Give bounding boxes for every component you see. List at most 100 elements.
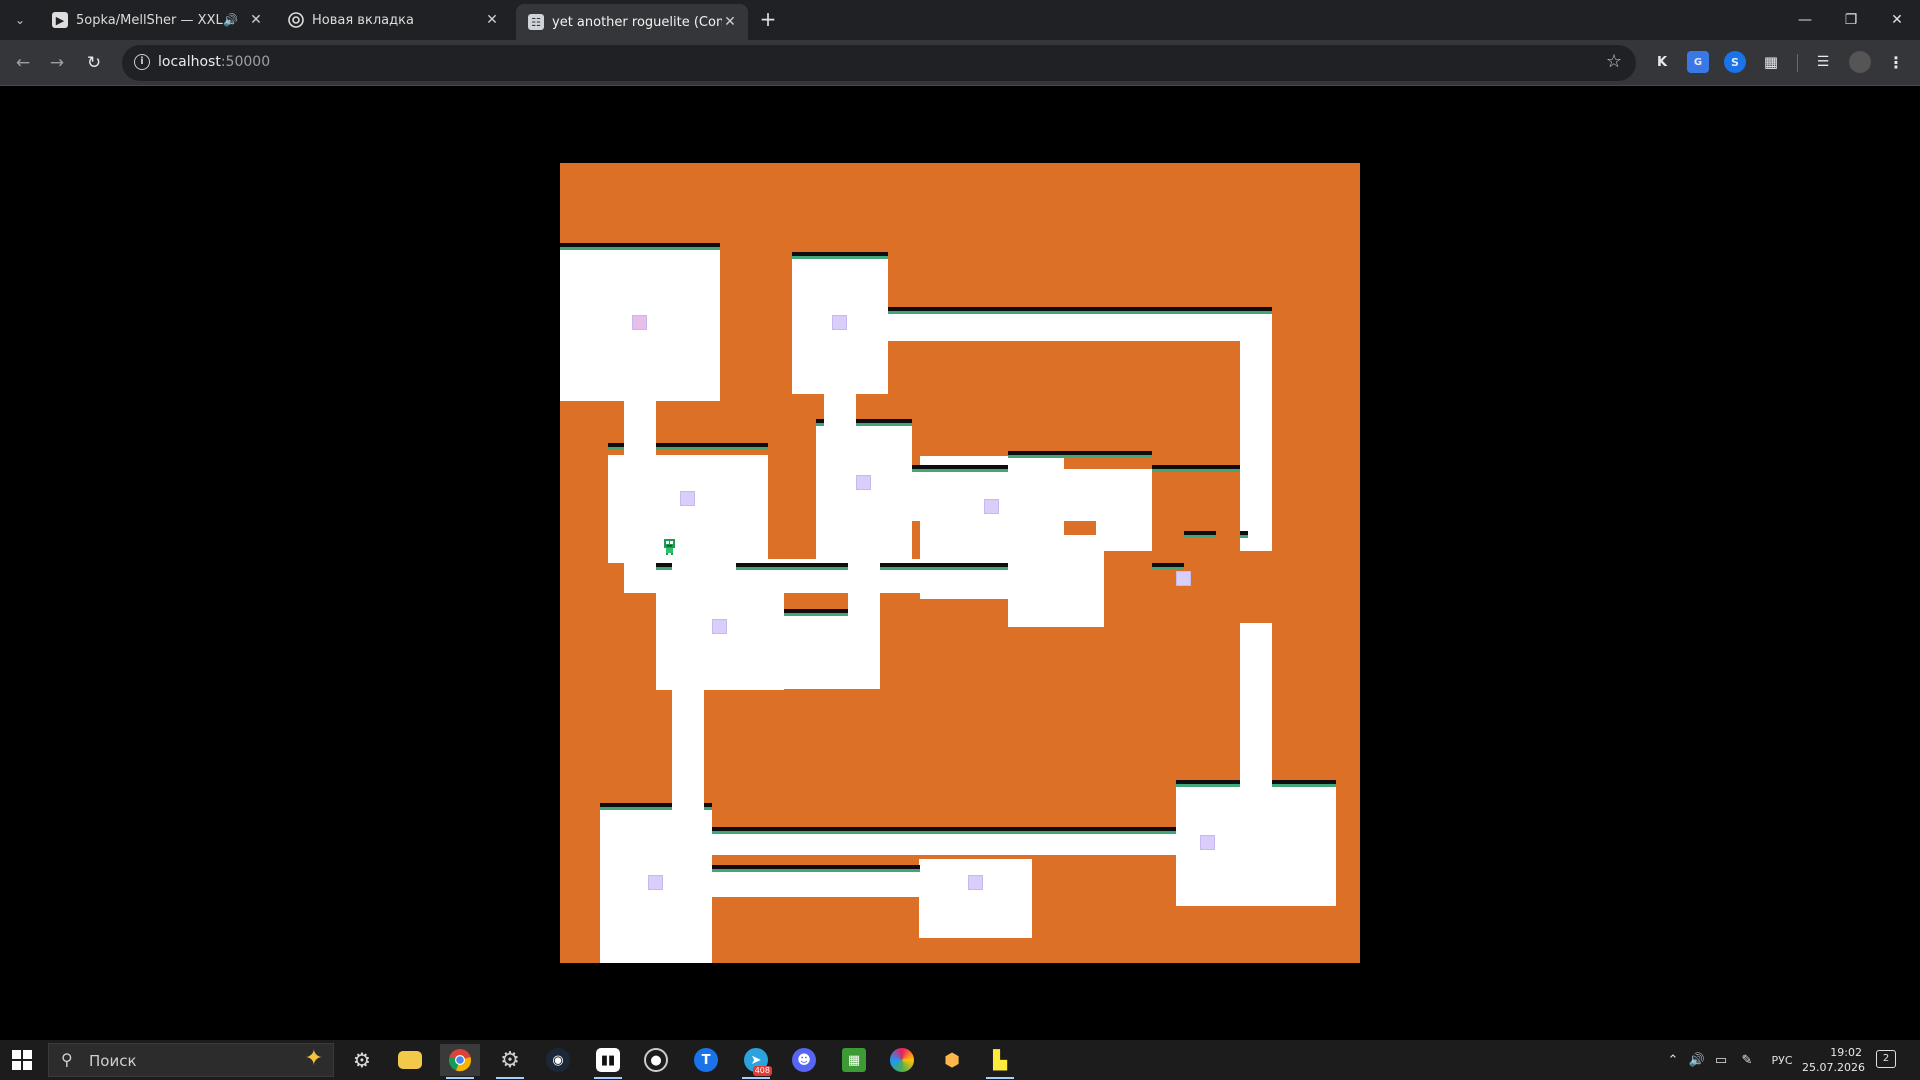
notification-center-button[interactable]: 2	[1876, 1050, 1896, 1068]
tab-search-chevron-icon[interactable]: ⌄	[8, 8, 32, 32]
taskbar-lock-app[interactable]: ▙	[980, 1044, 1020, 1079]
ledge	[912, 465, 1008, 472]
taskbar-obs[interactable]: ●	[636, 1044, 676, 1076]
avatar[interactable]	[1849, 51, 1871, 73]
tab-title: Новая вкладка	[312, 12, 414, 28]
taskbar-gear-app[interactable]: ⚙	[490, 1044, 530, 1079]
gear-icon: ⚙	[353, 1048, 371, 1072]
corridor	[784, 613, 880, 689]
corridor	[672, 689, 704, 813]
taskbar-steam[interactable]: ◉	[538, 1044, 578, 1076]
pen-icon[interactable]: ✎	[1736, 1040, 1758, 1080]
ledge	[1240, 531, 1248, 538]
puzzle-icon[interactable]: ▦	[1760, 51, 1782, 73]
search-placeholder: Поиск	[89, 1052, 137, 1070]
ledge	[816, 419, 824, 426]
language-indicator[interactable]: РУС	[1764, 1040, 1800, 1080]
minimize-button[interactable]: —	[1782, 0, 1828, 40]
clock-time: 19:02	[1830, 1046, 1862, 1059]
toolbar-divider	[1797, 54, 1798, 72]
ledge	[736, 563, 848, 570]
tab-new-tab[interactable]: Новая вкладка ✕	[276, 4, 510, 36]
taskbar-t-app[interactable]: T	[686, 1044, 726, 1076]
play-icon: ▶	[52, 12, 68, 28]
reload-button[interactable]: ↻	[81, 50, 107, 76]
site-info-icon[interactable]: i	[134, 54, 150, 70]
forward-button[interactable]: →	[44, 50, 70, 76]
kaspersky-extension-icon[interactable]: K	[1651, 51, 1673, 73]
ledge	[1272, 780, 1336, 787]
tab-youtube[interactable]: ▶ 5opka/MellSher — XXL 🔊 ✕	[40, 4, 274, 36]
pickup[interactable]	[832, 315, 847, 330]
translate-icon[interactable]: G	[1687, 51, 1709, 73]
t-app-icon: T	[694, 1048, 718, 1072]
corridor	[824, 394, 856, 434]
media-controls-icon[interactable]: ☰	[1812, 51, 1834, 73]
close-icon[interactable]: ✕	[484, 12, 500, 28]
window-close-button[interactable]: ✕	[1874, 0, 1920, 40]
pickup[interactable]	[712, 619, 727, 634]
taskbar-colorful-app[interactable]	[882, 1044, 922, 1076]
notification-count: 2	[1882, 1053, 1890, 1064]
pickup[interactable]	[680, 491, 695, 506]
twitch-icon: ▮▮	[596, 1048, 620, 1072]
color-wheel-icon	[890, 1048, 914, 1072]
ledge	[856, 419, 912, 426]
volume-icon[interactable]: 🔊	[1686, 1040, 1708, 1080]
taskbar-minecraft[interactable]: ▦	[834, 1044, 874, 1076]
kebab-menu-icon[interactable]: ⋮	[1885, 51, 1907, 73]
ledge	[792, 252, 888, 259]
ledge	[608, 443, 624, 450]
pickup[interactable]	[632, 315, 647, 330]
taskbar-discord[interactable]: ☻	[784, 1044, 824, 1076]
tab-game[interactable]: ☷ yet another roguelite (Construct ✕	[516, 4, 748, 40]
taskbar-search-input[interactable]: ⚲ Поиск ✦	[48, 1043, 334, 1077]
address-bar[interactable]: i localhost:50000 ☆	[122, 45, 1636, 81]
taskbar-explorer[interactable]	[390, 1044, 430, 1076]
tray-chevron-up-icon[interactable]: ⌃	[1662, 1040, 1684, 1080]
new-tab-button[interactable]: +	[756, 8, 780, 32]
tab-title: 5opka/MellSher — XXL	[76, 12, 223, 28]
taskbar-telegram[interactable]: ➤ 408	[736, 1044, 776, 1079]
minecraft-icon: ▦	[842, 1048, 866, 1072]
network-icon[interactable]: ▭	[1710, 1040, 1732, 1080]
bookmark-star-icon[interactable]: ☆	[1606, 51, 1622, 72]
game-canvas[interactable]	[560, 163, 1360, 963]
ledge	[1184, 531, 1216, 538]
pickup[interactable]	[856, 475, 871, 490]
ledge	[712, 865, 920, 872]
folder-icon	[398, 1051, 422, 1069]
ledge	[1008, 451, 1152, 458]
ledge	[888, 307, 1272, 314]
ledge	[712, 827, 1176, 834]
close-icon[interactable]: ✕	[722, 14, 738, 30]
search-icon: ⚲	[61, 1050, 73, 1069]
windows-start-icon[interactable]	[10, 1048, 34, 1072]
corridor	[712, 869, 920, 897]
chrome-icon	[288, 12, 304, 28]
pickup[interactable]	[648, 875, 663, 890]
room	[656, 583, 784, 690]
speaker-icon[interactable]: 🔊	[223, 13, 238, 27]
discord-icon: ☻	[792, 1048, 816, 1072]
corridor	[1240, 311, 1272, 551]
back-button[interactable]: ←	[10, 50, 36, 76]
windows-taskbar: ⚲ Поиск ✦ ⚙ ⚙ ◉ ▮▮ ● T ➤ 408 ☻ ▦ ⬢ ▙ ⌃ 🔊…	[0, 1040, 1920, 1080]
restore-button[interactable]: ❐	[1828, 0, 1874, 40]
pickup[interactable]	[984, 499, 999, 514]
ledge	[600, 803, 672, 810]
corridor	[1096, 469, 1152, 551]
pickup[interactable]	[968, 875, 983, 890]
room	[816, 425, 912, 559]
taskbar-settings[interactable]: ⚙	[342, 1044, 382, 1076]
copilot-sparkle-icon: ✦	[304, 1046, 323, 1071]
taskbar-cube-app[interactable]: ⬢	[932, 1044, 972, 1076]
pickup[interactable]	[1176, 571, 1191, 586]
taskbar-twitch[interactable]: ▮▮	[588, 1044, 628, 1079]
pickup[interactable]	[1200, 835, 1215, 850]
shazam-icon[interactable]: S	[1724, 51, 1746, 73]
close-icon[interactable]: ✕	[248, 12, 264, 28]
taskbar-chrome[interactable]	[440, 1044, 480, 1079]
clock[interactable]: 19:02 25.07.2026	[1802, 1045, 1865, 1075]
lock-icon: ▙	[993, 1049, 1007, 1071]
